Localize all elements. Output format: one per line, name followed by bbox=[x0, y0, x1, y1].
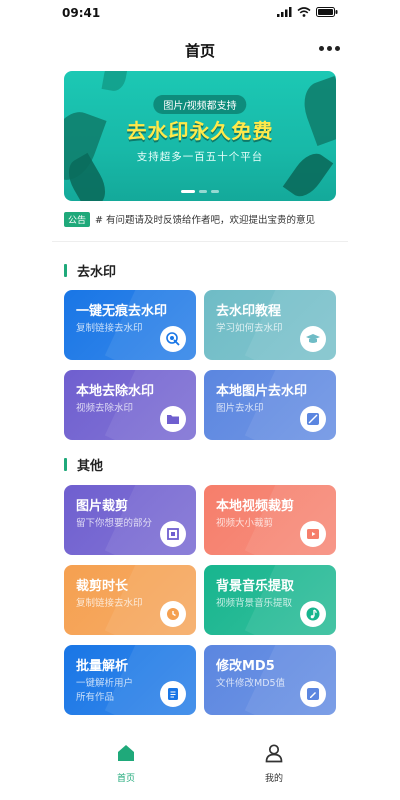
announcement-text: # 有问题请及时反馈给作者吧，欢迎提出宝贵的意见 bbox=[95, 215, 315, 226]
music-icon bbox=[300, 601, 326, 627]
card-title: 本地视频裁剪 bbox=[216, 499, 295, 514]
divider bbox=[52, 241, 348, 242]
card-title: 裁剪时长 bbox=[76, 579, 129, 594]
signal-icon bbox=[277, 7, 292, 17]
card-local-image-remove[interactable]: 本地图片去水印 图片去水印 bbox=[204, 370, 336, 440]
announcement-bar[interactable]: 公告 # 有问题请及时反馈给作者吧，欢迎提出宝贵的意见 bbox=[64, 210, 364, 228]
card-trim-duration[interactable]: 裁剪时长 复制链接去水印 bbox=[64, 565, 196, 635]
image-icon bbox=[300, 406, 326, 432]
banner-headline: 去水印永久免费 bbox=[126, 119, 274, 143]
status-time: 09:41 bbox=[62, 6, 101, 20]
section-title-watermark: 去水印 bbox=[64, 261, 116, 280]
card-title: 修改MD5 bbox=[216, 659, 275, 674]
card-subtitle: 复制链接去水印 bbox=[76, 323, 143, 334]
edit-icon bbox=[300, 681, 326, 707]
user-icon bbox=[265, 744, 283, 763]
folder-icon bbox=[160, 406, 186, 432]
card-local-video-remove[interactable]: 本地去除水印 视频去除水印 bbox=[64, 370, 196, 440]
status-bar: 09:41 bbox=[0, 0, 400, 26]
battery-icon bbox=[316, 7, 338, 17]
banner-tag: 图片/视频都支持 bbox=[153, 95, 247, 114]
card-subtitle: 复制链接去水印 bbox=[76, 598, 143, 609]
card-subtitle: 一键解析用户 所有作品 bbox=[76, 678, 134, 703]
card-subtitle: 视频去除水印 bbox=[76, 403, 134, 414]
wifi-icon bbox=[297, 7, 311, 17]
banner-pagination bbox=[181, 190, 219, 193]
card-title: 去水印教程 bbox=[216, 304, 282, 319]
card-local-video-crop[interactable]: 本地视频裁剪 视频大小裁剪 bbox=[204, 485, 336, 555]
tab-label: 首页 bbox=[116, 774, 135, 784]
banner-subtitle: 支持超多一百五十个平台 bbox=[136, 151, 264, 163]
card-subtitle: 留下你想要的部分 bbox=[76, 518, 153, 529]
card-title: 一键无痕去水印 bbox=[76, 304, 168, 319]
card-image-crop[interactable]: 图片裁剪 留下你想要的部分 bbox=[64, 485, 196, 555]
crop-icon bbox=[160, 521, 186, 547]
tab-me[interactable]: 我的 bbox=[244, 743, 304, 784]
card-title: 本地去除水印 bbox=[76, 384, 155, 399]
home-icon bbox=[118, 745, 134, 761]
clock-icon bbox=[160, 601, 186, 627]
card-title: 图片裁剪 bbox=[76, 499, 129, 514]
promo-banner[interactable]: 图片/视频都支持 去水印永久免费 支持超多一百五十个平台 bbox=[64, 71, 336, 201]
card-subtitle: 视频背景音乐提取 bbox=[216, 598, 293, 609]
announcement-badge: 公告 bbox=[64, 211, 91, 227]
card-batch-parse[interactable]: 批量解析 一键解析用户 所有作品 bbox=[64, 645, 196, 715]
more-options-button[interactable] bbox=[319, 46, 340, 51]
video-icon bbox=[300, 521, 326, 547]
card-title: 背景音乐提取 bbox=[216, 579, 295, 594]
card-tutorial[interactable]: 去水印教程 学习如何去水印 bbox=[204, 290, 336, 360]
bottom-tab-bar: 首页 我的 bbox=[0, 735, 400, 800]
card-subtitle: 文件修改MD5值 bbox=[216, 678, 286, 689]
graduation-cap-icon bbox=[300, 326, 326, 352]
card-subtitle: 图片去水印 bbox=[216, 403, 264, 414]
document-icon bbox=[160, 681, 186, 707]
system-icons bbox=[277, 7, 338, 17]
card-modify-md5[interactable]: 修改MD5 文件修改MD5值 bbox=[204, 645, 336, 715]
card-title: 批量解析 bbox=[76, 659, 129, 674]
tab-home[interactable]: 首页 bbox=[96, 743, 156, 784]
card-subtitle: 视频大小裁剪 bbox=[216, 518, 274, 529]
link-touch-icon bbox=[160, 326, 186, 352]
card-music-extract[interactable]: 背景音乐提取 视频背景音乐提取 bbox=[204, 565, 336, 635]
tab-label: 我的 bbox=[264, 774, 283, 784]
section-title-other: 其他 bbox=[64, 455, 103, 474]
navigation-bar: 首页 bbox=[0, 30, 400, 70]
card-one-click-remove[interactable]: 一键无痕去水印 复制链接去水印 bbox=[64, 290, 196, 360]
card-title: 本地图片去水印 bbox=[216, 384, 308, 399]
card-subtitle: 学习如何去水印 bbox=[216, 323, 283, 334]
page-title: 首页 bbox=[184, 42, 215, 60]
